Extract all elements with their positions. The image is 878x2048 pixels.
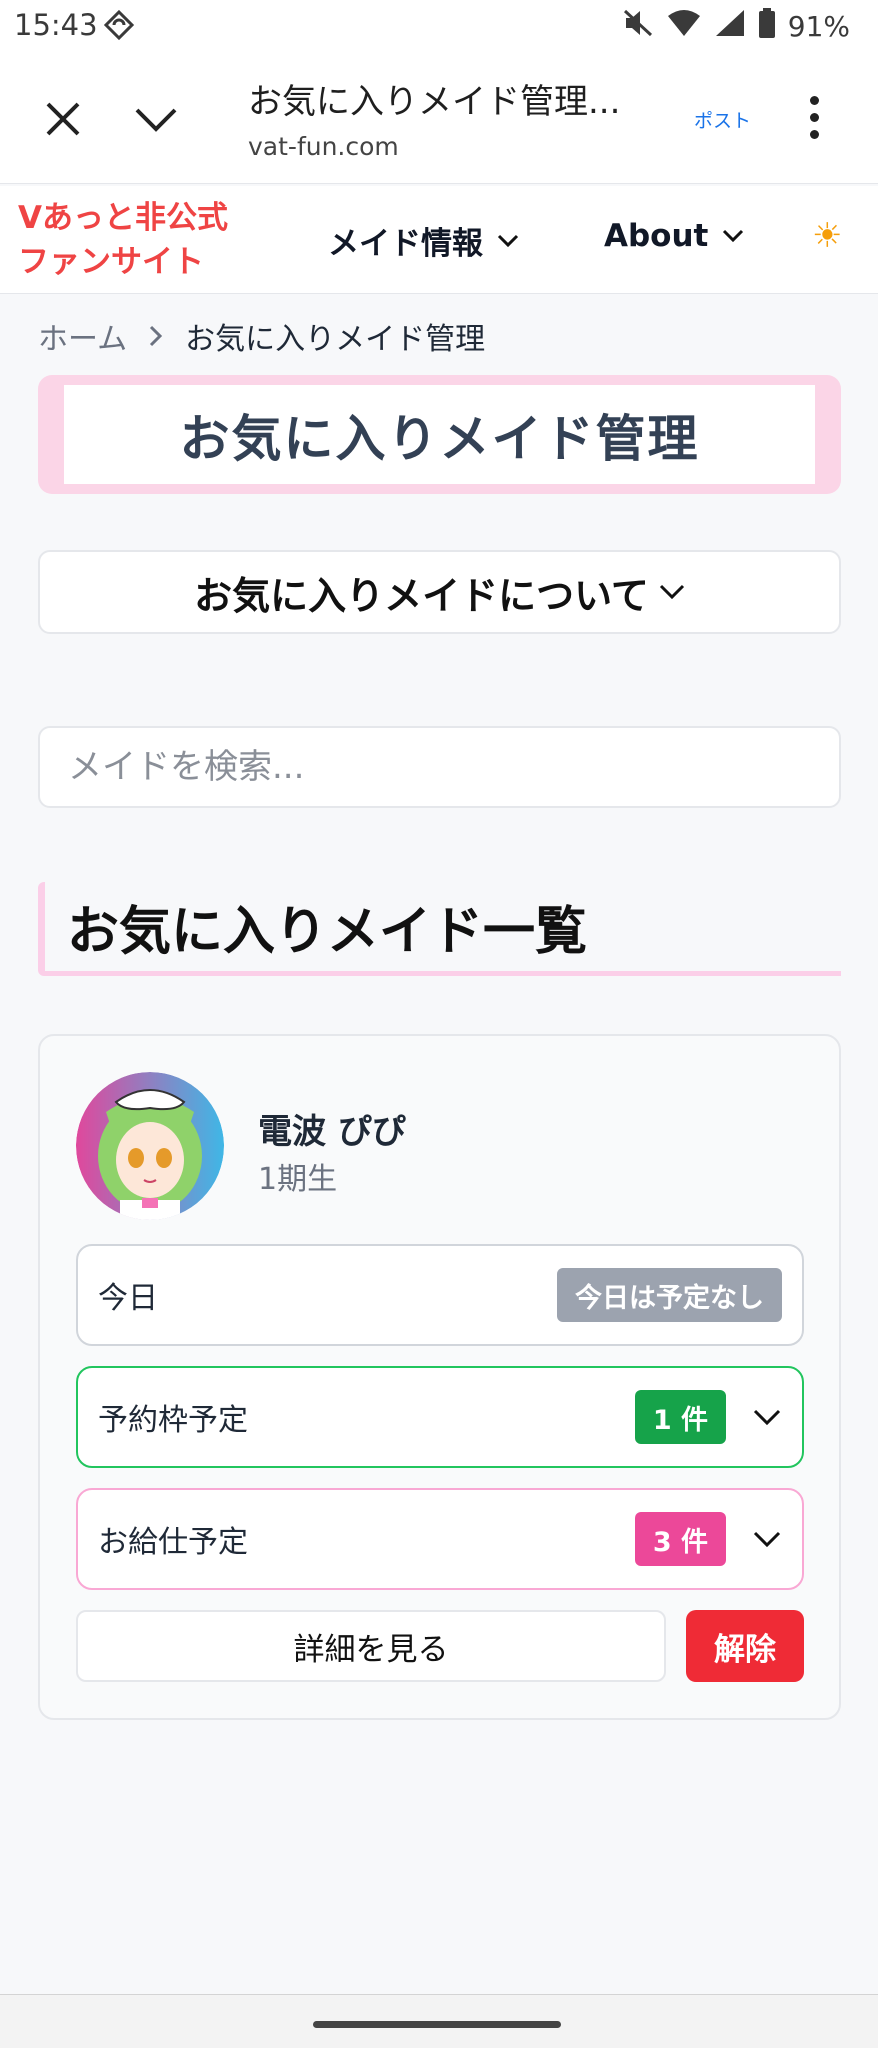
- today-status-badge: 今日は予定なし: [557, 1268, 782, 1322]
- breadcrumb-current: お気に入りメイド管理: [185, 322, 486, 357]
- maid-card: 電波 ぴぴ 1期生 今日 今日は予定なし 予約枠予定 1 件 お給仕予定 3 件…: [38, 1034, 841, 1720]
- browser-tab-bar: お気に入りメイド管理... vat-fun.com ポスト: [0, 52, 878, 184]
- site-header: Vあっと非公式 ファンサイト メイド情報 About ☀: [0, 186, 878, 294]
- serving-count-badge: 3 件: [634, 1512, 726, 1566]
- chevron-down-icon: [723, 229, 744, 243]
- chevron-down-icon[interactable]: [134, 106, 178, 138]
- page-title-inner: お気に入りメイド管理: [64, 385, 815, 484]
- remove-favorite-button[interactable]: 解除: [686, 1610, 804, 1682]
- status-bar: 15:43 91%: [0, 0, 878, 52]
- reservation-schedule-row[interactable]: 予約枠予定 1 件: [76, 1366, 804, 1468]
- today-schedule-row: 今日 今日は予定なし: [76, 1244, 804, 1346]
- nav-maid-info[interactable]: メイド情報: [328, 218, 519, 263]
- maid-name[interactable]: 電波 ぴぴ: [258, 1104, 406, 1153]
- theme-toggle-sun-icon[interactable]: ☀: [812, 216, 842, 256]
- chevron-right-icon: [150, 325, 163, 347]
- mute-icon: [622, 8, 654, 45]
- system-nav-bar: [0, 1994, 878, 2048]
- battery-percent: 91%: [787, 10, 850, 43]
- status-icons: 91%: [622, 8, 850, 45]
- sync-icon: [102, 8, 136, 46]
- browser-url: vat-fun.com: [248, 132, 399, 161]
- page-title-box: お気に入りメイド管理: [38, 375, 841, 494]
- logo-line-1: Vあっと非公式: [18, 200, 228, 236]
- browser-page-title: お気に入りメイド管理...: [248, 82, 621, 122]
- nav-label: About: [604, 218, 709, 254]
- breadcrumb: ホーム お気に入りメイド管理: [38, 314, 485, 358]
- breadcrumb-home[interactable]: ホーム: [38, 314, 127, 358]
- chevron-down-icon: [497, 234, 519, 247]
- more-menu-icon[interactable]: [806, 96, 822, 146]
- wifi-icon: [666, 8, 702, 45]
- close-icon[interactable]: [44, 100, 82, 142]
- today-label: 今日: [98, 1281, 158, 1316]
- serving-label: お給仕予定: [98, 1525, 248, 1560]
- chevron-down-icon[interactable]: [752, 1524, 782, 1554]
- accordion-label: お気に入りメイドについて: [194, 573, 649, 618]
- maid-avatar[interactable]: [76, 1072, 224, 1220]
- site-logo[interactable]: Vあっと非公式 ファンサイト: [18, 196, 228, 284]
- chevron-down-icon[interactable]: [752, 1402, 782, 1432]
- page-title: お気に入りメイド管理: [179, 409, 700, 468]
- nav-about[interactable]: About: [604, 218, 744, 254]
- about-favorites-accordion[interactable]: お気に入りメイドについて: [38, 550, 841, 634]
- signal-icon: [714, 8, 746, 45]
- post-link[interactable]: ポスト: [694, 106, 751, 133]
- nav-label: メイド情報: [328, 226, 483, 262]
- reservation-count-badge: 1 件: [634, 1390, 726, 1444]
- serving-schedule-row[interactable]: お給仕予定 3 件: [76, 1488, 804, 1590]
- chevron-down-icon: [659, 584, 684, 600]
- maid-generation: 1期生: [258, 1162, 338, 1197]
- status-time: 15:43: [14, 8, 98, 42]
- reservation-label: 予約枠予定: [98, 1403, 248, 1438]
- home-gesture-bar[interactable]: [313, 2021, 561, 2028]
- logo-line-2: ファンサイト: [18, 244, 204, 280]
- battery-icon: [758, 8, 776, 45]
- maid-search-input[interactable]: [38, 726, 841, 808]
- favorites-section-heading: お気に入りメイド一覧: [38, 882, 841, 976]
- section-title: お気に入りメイド一覧: [67, 902, 588, 962]
- view-details-button[interactable]: 詳細を見る: [76, 1610, 666, 1682]
